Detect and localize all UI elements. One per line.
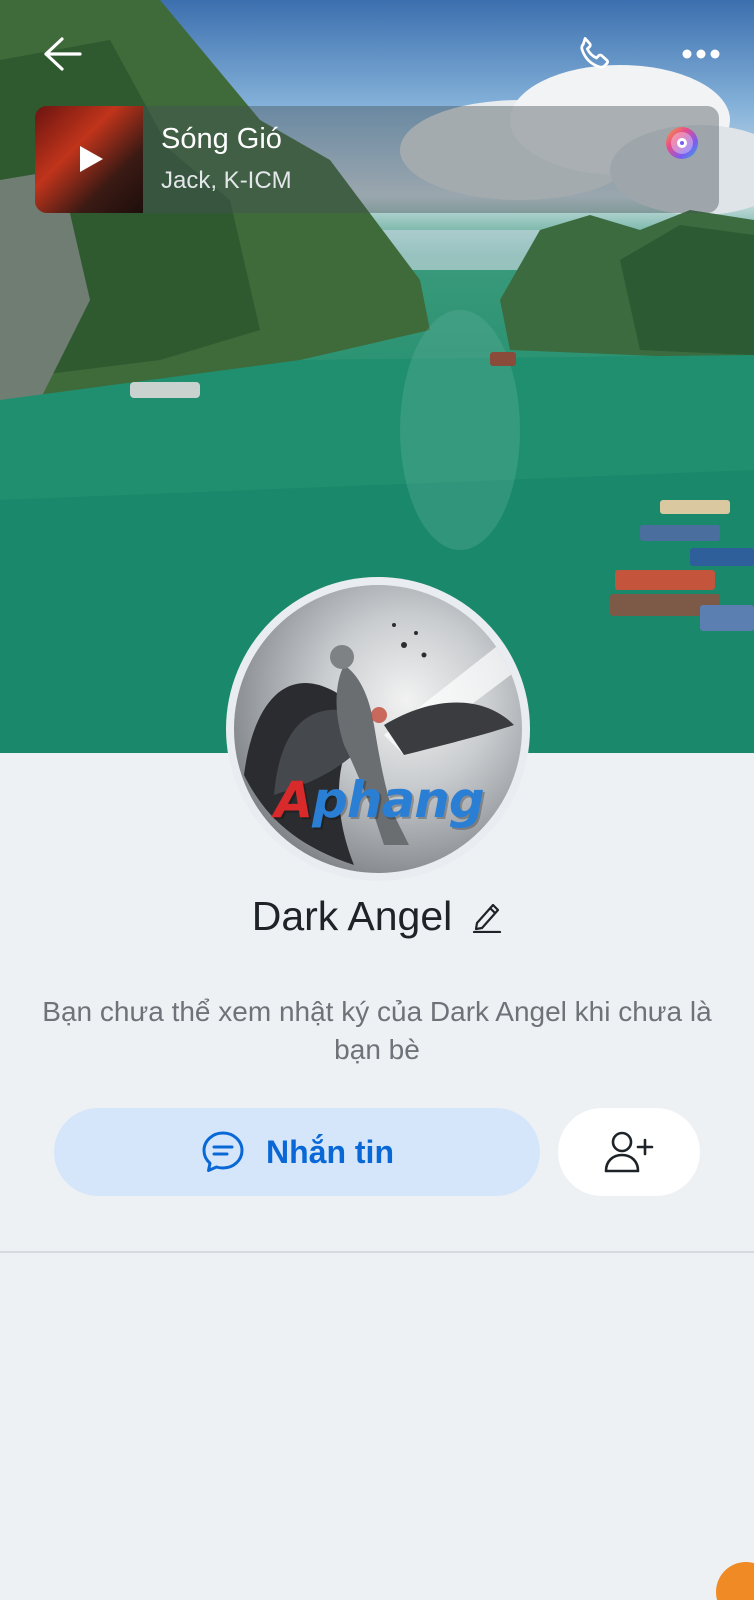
- arrow-left-icon: [44, 37, 82, 71]
- floating-action-badge[interactable]: [716, 1562, 754, 1600]
- message-button[interactable]: Nhắn tin: [54, 1108, 540, 1196]
- add-user-icon: [604, 1131, 654, 1173]
- profile-name: Dark Angel: [251, 892, 453, 939]
- more-horizontal-icon: [682, 49, 720, 59]
- edit-name-button[interactable]: [472, 899, 502, 933]
- dark-angel-artwork: [244, 623, 522, 865]
- back-button[interactable]: [30, 22, 94, 86]
- song-artist: Jack, K-ICM: [161, 166, 292, 194]
- pencil-icon: [473, 903, 502, 933]
- chat-bubble-icon: [202, 1131, 244, 1172]
- avatar[interactable]: Aphang: [226, 577, 530, 881]
- call-button[interactable]: [560, 22, 630, 86]
- add-friend-button[interactable]: [558, 1108, 700, 1196]
- profile-music-card[interactable]: Sóng Gió Jack, K-ICM: [35, 106, 719, 213]
- song-title: Sóng Gió: [161, 122, 282, 155]
- play-icon: [80, 146, 103, 172]
- privacy-notice: Bạn chưa thể xem nhật ký của Dark Angel …: [42, 996, 712, 1065]
- name-row: Dark Angel: [0, 886, 754, 946]
- avatar-image: Aphang: [234, 585, 522, 873]
- more-options-button[interactable]: [666, 22, 736, 86]
- section-divider: [0, 1251, 754, 1253]
- phone-icon: [580, 37, 610, 69]
- message-button-label: Nhắn tin: [266, 1133, 394, 1170]
- music-disc-icon[interactable]: [663, 124, 701, 162]
- album-art[interactable]: [35, 106, 143, 213]
- avatar-watermark: Aphang: [274, 771, 484, 829]
